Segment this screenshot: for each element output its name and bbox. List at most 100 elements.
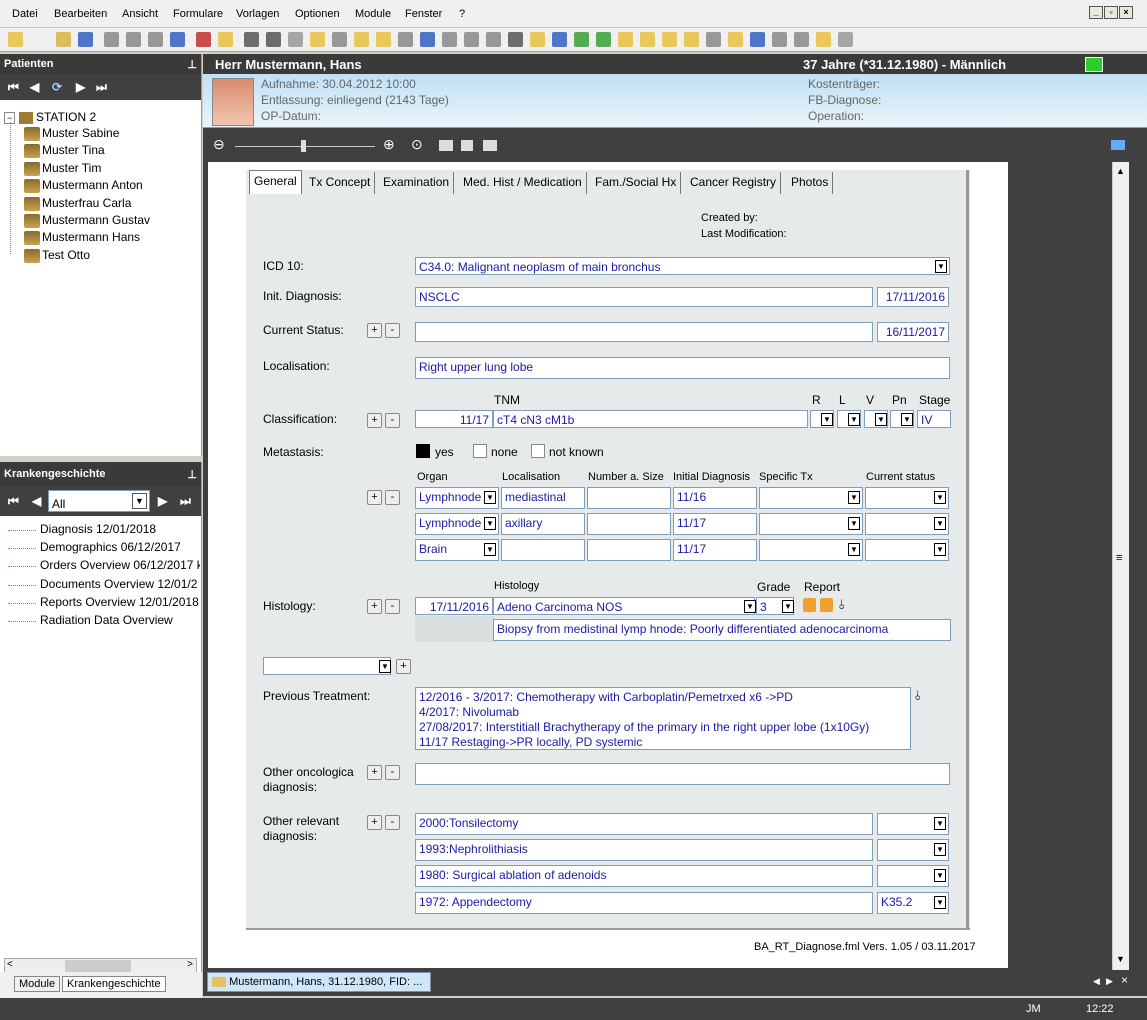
previous-treatment-field[interactable]: 12/2016 - 3/2017: Chemotherapy with Carb… <box>415 687 911 750</box>
pen-icon[interactable] <box>288 32 303 47</box>
add-status-button[interactable]: + <box>367 323 382 338</box>
menu-ansicht[interactable]: Ansicht <box>122 8 158 20</box>
chevron-down-icon[interactable]: ▼ <box>934 543 946 556</box>
grid2-icon[interactable] <box>662 32 677 47</box>
zoom-slider-handle[interactable] <box>301 140 306 152</box>
paperclip-icon[interactable]: ⫰ <box>839 597 845 613</box>
flag-icon[interactable] <box>1111 140 1125 150</box>
menu-fenster[interactable]: Fenster <box>405 8 442 20</box>
current-status-field[interactable] <box>415 322 873 342</box>
restore-icon[interactable]: ▫ <box>1104 6 1118 19</box>
init-diagnosis-date[interactable]: 17/11/2016 <box>877 287 949 307</box>
phone-icon[interactable] <box>574 32 589 47</box>
menu-bearbeiten[interactable]: Bearbeiten <box>54 8 107 20</box>
print2-icon[interactable] <box>126 32 141 47</box>
pen2-icon[interactable] <box>618 32 633 47</box>
stage-field[interactable]: IV <box>917 410 951 428</box>
first-icon[interactable]: ⏮ <box>8 80 19 95</box>
tnm-field[interactable]: cT4 cN3 cM1b <box>493 410 808 428</box>
last-icon[interactable]: ⏭ <box>180 494 191 509</box>
other-rel-field[interactable]: 1972: Appendectomy <box>415 892 873 914</box>
patient-item[interactable]: Muster Sabine <box>24 126 119 143</box>
first-icon[interactable]: ⏮ <box>8 494 19 509</box>
pin-icon[interactable]: ⊥ <box>187 468 197 481</box>
scissors-icon[interactable] <box>266 32 281 47</box>
chevron-down-icon[interactable]: ▼ <box>848 413 860 426</box>
menu-module[interactable]: Module <box>355 8 391 20</box>
minimize-icon[interactable]: _ <box>1089 6 1103 19</box>
zoom-fit-icon[interactable]: ⊙ <box>411 136 423 153</box>
zoom-out-icon[interactable]: ⊖ <box>213 136 225 153</box>
zoom-in-icon[interactable]: ⊕ <box>383 136 395 153</box>
chevron-down-icon[interactable]: ▼ <box>484 543 496 556</box>
tab-module[interactable]: Module <box>14 976 61 992</box>
meta-diag-field[interactable]: 11/17 <box>673 513 757 535</box>
chevron-down-icon[interactable]: ▼ <box>934 491 946 504</box>
pin-icon[interactable]: ⊥ <box>187 58 197 71</box>
chart-icon[interactable] <box>552 32 567 47</box>
metastasis-yes-checkbox[interactable] <box>416 444 430 458</box>
next-tab-icon[interactable]: ▶ <box>1106 976 1113 987</box>
remove-other-rel-button[interactable]: - <box>385 815 400 830</box>
tab-examination[interactable]: Examination <box>379 172 455 194</box>
note-icon[interactable] <box>376 32 391 47</box>
card-icon[interactable] <box>596 32 611 47</box>
history-item[interactable]: Demographics 06/12/2017 <box>40 540 200 554</box>
last-icon[interactable]: ⏭ <box>96 80 107 95</box>
remove-status-button[interactable]: - <box>385 323 400 338</box>
tree-icon[interactable] <box>684 32 699 47</box>
meta-loc-field[interactable]: axillary <box>501 513 585 535</box>
user-icon[interactable] <box>838 32 853 47</box>
chevron-down-icon[interactable]: ▼ <box>934 896 946 909</box>
menu-vorlagen[interactable]: Vorlagen <box>236 8 279 20</box>
document-tab[interactable]: Mustermann, Hans, 31.12.1980, FID: ... <box>207 972 431 992</box>
chevron-down-icon[interactable]: ▼ <box>782 600 794 613</box>
meta-loc-field[interactable] <box>501 539 585 561</box>
bulb-icon[interactable] <box>8 32 23 47</box>
remove-other-onc-button[interactable]: - <box>385 765 400 780</box>
chevron-down-icon[interactable]: ▼ <box>934 817 946 830</box>
tab-photos[interactable]: Photos <box>787 172 834 194</box>
add-metastasis-button[interactable]: + <box>367 490 382 505</box>
chevron-down-icon[interactable]: ▼ <box>934 517 946 530</box>
graph-icon[interactable] <box>530 32 545 47</box>
doc3-icon[interactable] <box>486 32 501 47</box>
run-icon[interactable] <box>398 32 413 47</box>
menu-datei[interactable]: Datei <box>12 8 38 20</box>
scroll-right-icon[interactable]: > <box>187 959 193 970</box>
open-icon[interactable] <box>56 32 71 47</box>
paperclip-icon[interactable]: ⫰ <box>915 688 921 704</box>
history-item[interactable]: Reports Overview 12/01/2018 <box>40 595 200 609</box>
report-icon[interactable] <box>820 598 833 612</box>
page-width-icon[interactable] <box>461 140 473 151</box>
add-other-rel-button[interactable]: + <box>367 815 382 830</box>
patient-item[interactable]: Mustermann Anton <box>24 178 143 195</box>
tree-station[interactable]: − STATION 2 <box>4 110 96 124</box>
current-status-date[interactable]: 16/11/2017 <box>877 322 949 342</box>
add-histology-button[interactable]: + <box>367 599 382 614</box>
next-icon[interactable]: ▶ <box>76 80 85 94</box>
doc-icon[interactable] <box>442 32 457 47</box>
meta-loc-field[interactable]: mediastinal <box>501 487 585 509</box>
tab-tx-concept[interactable]: Tx Concept <box>305 172 376 194</box>
chevron-down-icon[interactable]: ▼ <box>821 413 833 426</box>
refresh-icon[interactable]: ⟳ <box>52 80 62 94</box>
meta-diag-field[interactable]: 11/16 <box>673 487 757 509</box>
patient-item[interactable]: Muster Tina <box>24 143 105 160</box>
prev-icon[interactable]: ◀ <box>32 494 41 508</box>
chevron-down-icon[interactable]: ▼ <box>901 413 913 426</box>
report-icon[interactable] <box>803 598 816 612</box>
chevron-down-icon[interactable]: ▼ <box>744 600 756 613</box>
history-filter-select[interactable]: All ▼ <box>48 490 150 512</box>
add-classification-button[interactable]: + <box>367 413 382 428</box>
metastasis-none-checkbox[interactable] <box>473 444 487 458</box>
frame-icon[interactable] <box>706 32 721 47</box>
check-icon[interactable] <box>420 32 435 47</box>
chevron-down-icon[interactable]: ▼ <box>484 517 496 530</box>
patient-item[interactable]: Musterfrau Carla <box>24 196 131 213</box>
meta-size-field[interactable] <box>587 513 671 535</box>
other-rel-field[interactable]: 1993:Nephrolithiasis <box>415 839 873 861</box>
next-icon[interactable]: ▶ <box>158 494 167 508</box>
chevron-down-icon[interactable]: ▼ <box>848 517 860 530</box>
preview-icon[interactable] <box>148 32 163 47</box>
